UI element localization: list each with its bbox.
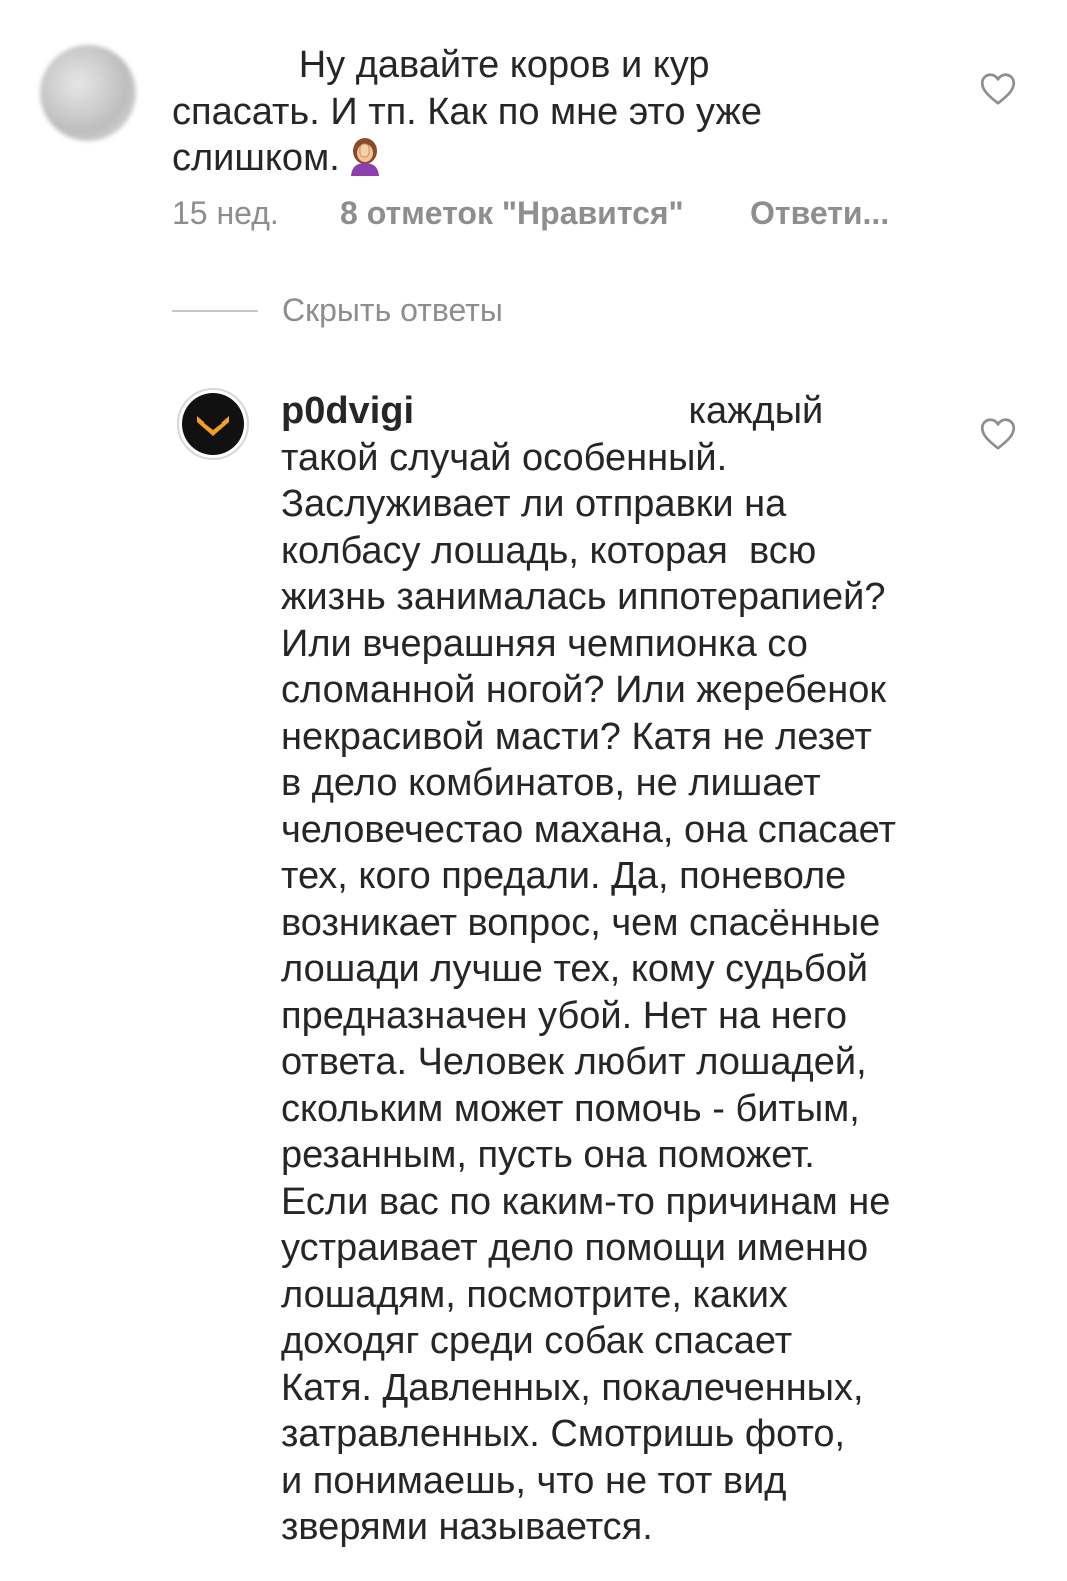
- hide-replies-label: Скрыть ответы: [282, 292, 503, 328]
- heart-icon[interactable]: [980, 72, 1016, 106]
- comment-text: Ну давайте коров и кур спасать. И тп. Ка…: [172, 44, 763, 179]
- woman-facepalming-emoji: [350, 138, 379, 176]
- likes-count[interactable]: 8 отметок "Нравится": [340, 195, 750, 232]
- reply-button[interactable]: Ответи...: [750, 195, 889, 232]
- avatar[interactable]: [177, 388, 249, 460]
- chevron-logo-icon: [197, 416, 229, 436]
- brand-logo: [182, 393, 244, 455]
- comment-text: p0dvigi каждый такой случай особенный. З…: [281, 390, 896, 1548]
- comment-time: 15 нед.: [172, 195, 279, 231]
- avatar[interactable]: [40, 45, 136, 141]
- username[interactable]: p0dvigi: [281, 390, 414, 432]
- comment-meta: 15 нед. 8 отметок "Нравится" Ответи...: [172, 195, 889, 232]
- heart-icon[interactable]: [980, 417, 1016, 451]
- divider-line: [172, 309, 258, 312]
- hide-replies-button[interactable]: Скрыть ответы: [172, 292, 503, 329]
